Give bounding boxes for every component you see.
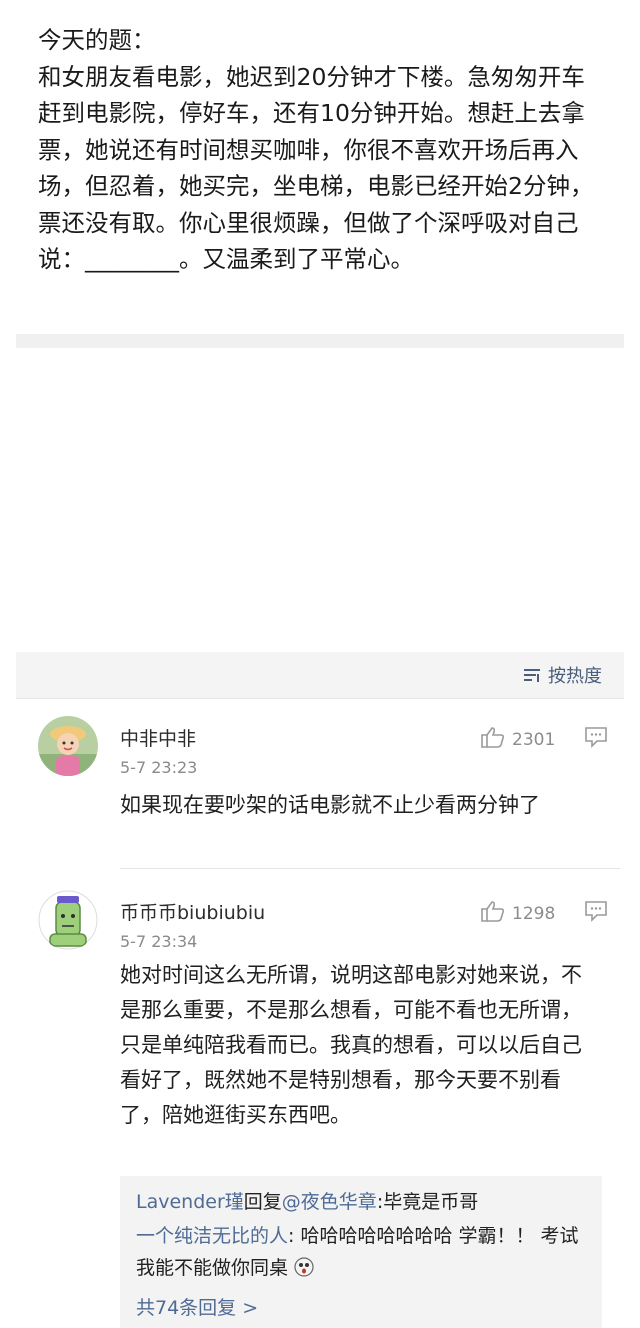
- reply-text: :毕竟是币哥: [376, 1191, 479, 1213]
- like-count: 2301: [512, 729, 556, 750]
- section-divider: [16, 334, 624, 348]
- avatar[interactable]: [38, 716, 98, 776]
- post-card: 今天的题： 和女朋友看电影，她迟到20分钟才下楼。急匆匆开车赶到电影院，停好车，…: [16, 0, 624, 348]
- reply-username[interactable]: Lavender瑾: [136, 1191, 244, 1213]
- comment-time: 5-7 23:34: [120, 932, 198, 951]
- reply-username[interactable]: 一个纯洁无比的人: [136, 1225, 288, 1247]
- comment-sort-bar: 按热度: [16, 652, 624, 699]
- like-button[interactable]: 1298: [480, 900, 555, 927]
- thumbs-up-icon: [480, 900, 506, 927]
- blank-area: [16, 348, 624, 648]
- view-all-replies-link[interactable]: 共74条回复 >: [136, 1292, 592, 1324]
- reply-verb: 回复: [243, 1191, 282, 1213]
- weibo-detail-page: 今天的题： 和女朋友看电影，她迟到20分钟才下楼。急匆匆开车赶到电影院，停好车，…: [0, 0, 640, 1328]
- sub-reply: Lavender瑾回复@夜色华章:毕竟是币哥: [136, 1186, 592, 1218]
- sort-lines-icon: [522, 666, 542, 684]
- post-text: 今天的题： 和女朋友看电影，她迟到20分钟才下楼。急匆匆开车赶到电影院，停好车，…: [38, 26, 594, 273]
- comment-item: 中非中非 5-7 23:23 2301 如果现在要吵架的话电影就不止少看两分钟了: [16, 700, 624, 870]
- like-button[interactable]: 2301: [480, 726, 555, 753]
- comment-divider: [120, 868, 620, 869]
- sort-label: 按热度: [548, 666, 602, 687]
- comment-username[interactable]: 中非中非: [120, 724, 196, 751]
- thumbs-up-icon: [480, 726, 506, 753]
- sort-by-hot-button[interactable]: 按热度: [522, 662, 602, 688]
- sub-reply: 一个纯洁无比的人: 哈哈哈哈哈哈哈哈 学霸！！ 考试我能不能做你同桌: [136, 1220, 592, 1287]
- comment-text: 如果现在要吵架的话电影就不止少看两分钟了: [120, 793, 540, 817]
- scared-face-emoji-icon: [294, 1255, 314, 1287]
- comment-item: 币币币biubiubiu 5-7 23:34 1298 她对时间这么无所谓，说明…: [16, 872, 624, 1176]
- avatar[interactable]: [38, 890, 98, 950]
- comment-username[interactable]: 币币币biubiubiu: [120, 898, 265, 925]
- like-count: 1298: [512, 903, 556, 924]
- reply-mention[interactable]: @夜色华章: [282, 1191, 377, 1213]
- sub-reply-box[interactable]: Lavender瑾回复@夜色华章:毕竟是币哥 一个纯洁无比的人: 哈哈哈哈哈哈哈…: [120, 1176, 602, 1328]
- comment-time: 5-7 23:23: [120, 758, 198, 777]
- reply-comment-icon[interactable]: [584, 726, 608, 752]
- comment-text: 她对时间这么无所谓，说明这部电影对她来说，不是那么重要，不是那么想看，可能不看也…: [120, 963, 582, 1127]
- reply-comment-icon[interactable]: [584, 900, 608, 926]
